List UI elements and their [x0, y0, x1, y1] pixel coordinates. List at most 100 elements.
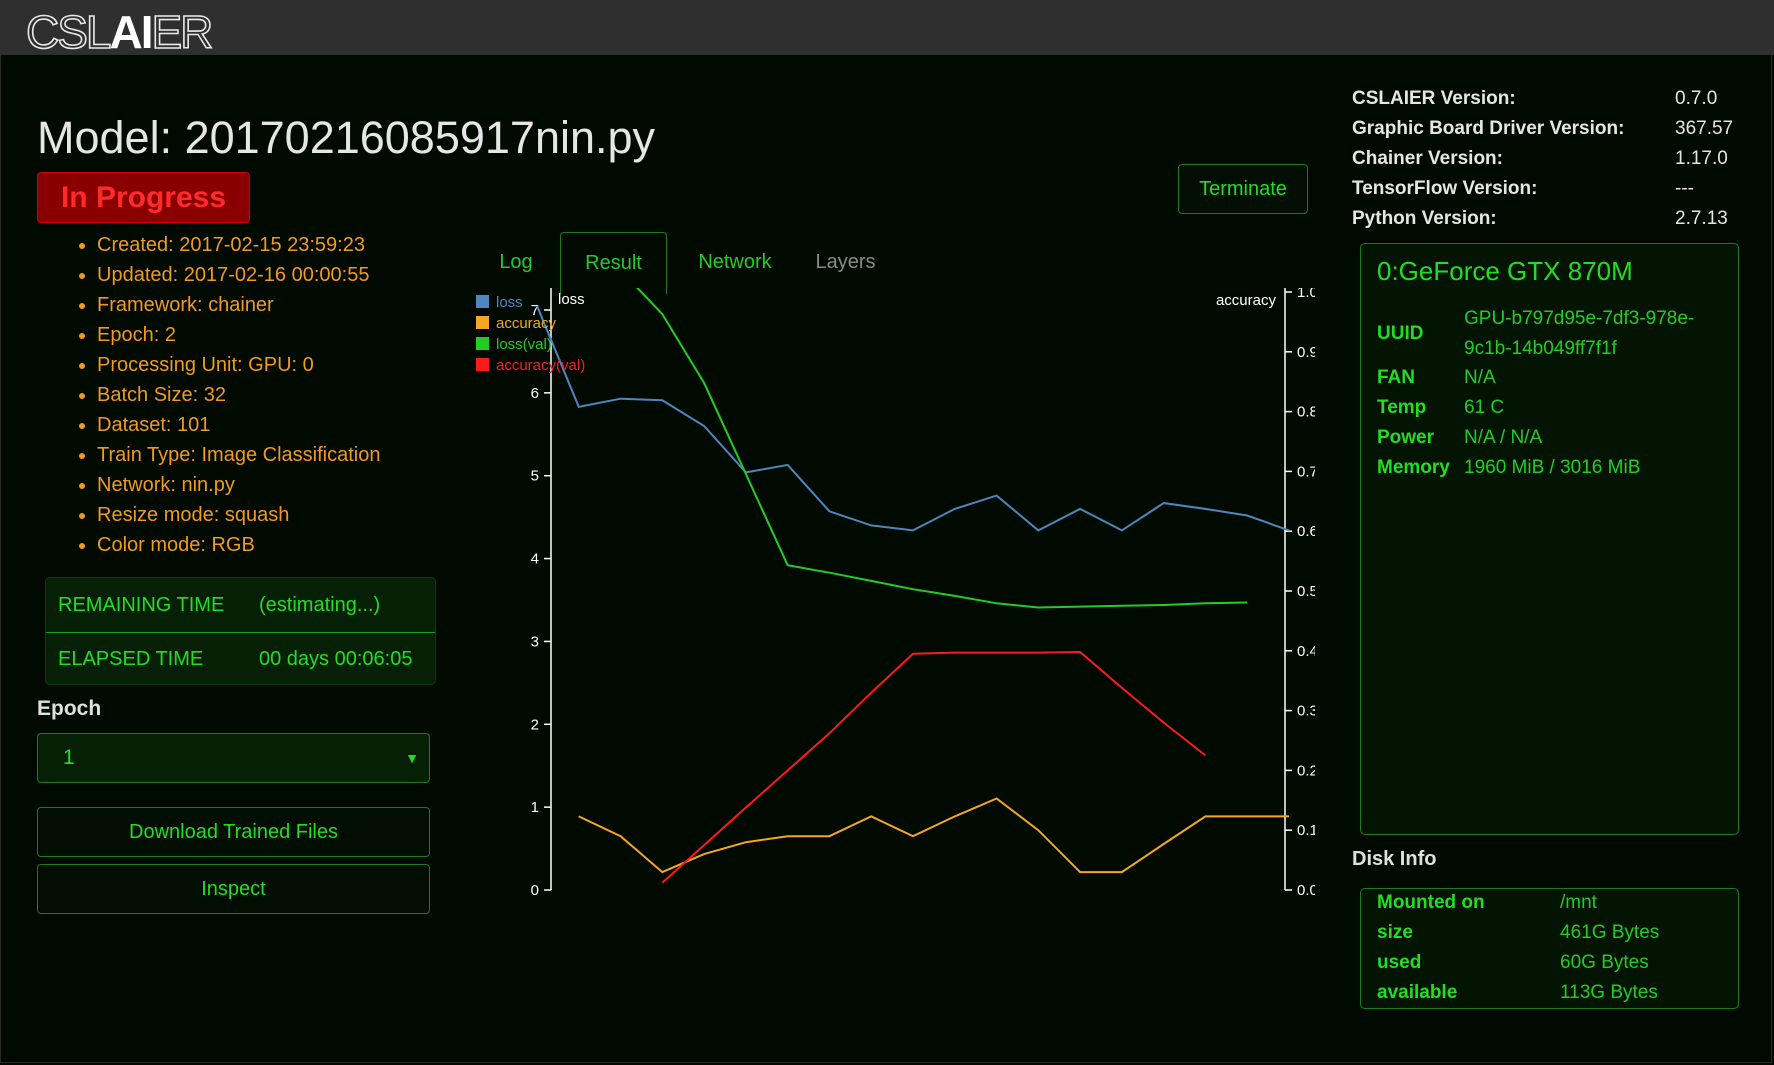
disk-value: 60G Bytes	[1560, 952, 1649, 973]
version-info: CSLAIER Version: 0.7.0 Graphic Board Dri…	[1352, 84, 1762, 234]
disk-value: /mnt	[1560, 892, 1597, 913]
disk-value: 461G Bytes	[1560, 922, 1660, 943]
legend-swatch	[476, 358, 489, 371]
info-batch-size: Batch Size: 32	[97, 380, 380, 410]
info-processing-unit: Processing Unit: GPU: 0	[97, 350, 380, 380]
disk-row: used 60G Bytes	[1377, 948, 1727, 978]
info-created: Created: 2017-02-15 23:59:23	[97, 230, 380, 260]
right-axis-tick-label: 0.9	[1297, 344, 1315, 361]
info-network: Network: nin.py	[97, 470, 380, 500]
legend-swatch	[476, 337, 489, 350]
left-axis-tick-label: 5	[531, 468, 539, 485]
logo-ai: AI	[109, 6, 153, 58]
right-axis-tick-label: 0.8	[1297, 404, 1315, 421]
version-key: Python Version:	[1352, 208, 1497, 229]
gpu-fan-label: FAN	[1377, 367, 1415, 388]
info-updated: Updated: 2017-02-16 00:00:55	[97, 260, 380, 290]
disk-key: Mounted on	[1377, 892, 1485, 913]
version-key: TensorFlow Version:	[1352, 178, 1538, 199]
gpu-memory-value: 1960 MiB / 3016 MiB	[1464, 457, 1641, 478]
right-axis-label: accuracy	[1216, 292, 1277, 309]
terminate-button[interactable]: Terminate	[1178, 164, 1308, 214]
model-info-list: Created: 2017-02-15 23:59:23 Updated: 20…	[70, 230, 380, 560]
elapsed-time-value: 00 days 00:06:05	[259, 648, 413, 670]
legend-label: accuracy(val)	[496, 357, 585, 374]
version-value: 0.7.0	[1675, 88, 1718, 109]
version-value: 367.57	[1675, 118, 1734, 139]
version-row: Python Version: 2.7.13	[1352, 204, 1762, 234]
version-row: TensorFlow Version: ---	[1352, 174, 1762, 204]
disk-info-title: Disk Info	[1352, 848, 1437, 870]
version-value: ---	[1675, 178, 1694, 199]
tab-network[interactable]: Network	[675, 232, 795, 294]
cslaier-logo[interactable]: CSLAIER	[25, 5, 215, 59]
info-epoch: Epoch: 2	[97, 320, 380, 350]
series-line-loss	[536, 305, 1290, 532]
info-dataset: Dataset: 101	[97, 410, 380, 440]
elapsed-time-row: ELAPSED TIME 00 days 00:06:05	[46, 632, 435, 686]
version-value: 1.17.0	[1675, 148, 1728, 169]
info-color-mode: Color mode: RGB	[97, 530, 380, 560]
series-line-accuracy-val-	[661, 650, 1207, 884]
logo-suffix: ER	[151, 5, 215, 59]
epoch-select-value: 1	[63, 746, 75, 769]
legend-label: loss(val)	[496, 336, 552, 353]
version-key: Graphic Board Driver Version:	[1352, 118, 1625, 139]
logo-prefix: CSL	[25, 5, 112, 59]
disk-row: Mounted on /mnt	[1377, 888, 1727, 918]
gpu-power-label: Power	[1377, 427, 1435, 448]
left-axis-tick-label: 0	[531, 882, 539, 899]
time-panel: REMAINING TIME (estimating...) ELAPSED T…	[45, 577, 436, 685]
remaining-time-value: (estimating...)	[259, 594, 381, 616]
remaining-time-row: REMAINING TIME (estimating...)	[46, 578, 435, 633]
version-key: Chainer Version:	[1352, 148, 1503, 169]
download-trained-files-button[interactable]: Download Trained Files	[37, 807, 430, 857]
right-axis-tick-label: 0.1	[1297, 822, 1315, 839]
epoch-select[interactable]: 1 ▼	[37, 733, 430, 783]
disk-key: available	[1377, 982, 1458, 1003]
tab-log[interactable]: Log	[470, 232, 562, 294]
tab-layers[interactable]: Layers	[795, 232, 896, 294]
training-result-chart: 01234567loss0.00.10.20.30.40.50.60.70.80…	[476, 288, 1315, 899]
disk-row: available 113G Bytes	[1377, 978, 1727, 1008]
top-bar: CSLAIER	[0, 0, 1774, 59]
disk-key: used	[1377, 952, 1422, 973]
elapsed-time-label: ELAPSED TIME	[58, 648, 204, 670]
gpu-temp-label: Temp	[1377, 397, 1427, 418]
right-axis-tick-label: 0.5	[1297, 583, 1315, 600]
chevron-down-icon: ▼	[405, 750, 419, 766]
page-title: Model: 20170216085917nin.py	[37, 112, 656, 163]
right-axis-tick-label: 0.3	[1297, 703, 1315, 720]
version-key: CSLAIER Version:	[1352, 88, 1516, 109]
gpu-temp-value: 61 C	[1464, 397, 1505, 418]
left-axis-tick-label: 3	[531, 633, 539, 650]
legend-swatch	[476, 316, 489, 329]
version-row: Graphic Board Driver Version: 367.57	[1352, 114, 1762, 144]
info-resize-mode: Resize mode: squash	[97, 500, 380, 530]
gpu-info-panel: 0:GeForce GTX 870M UUID GPU-b797d95e-7df…	[1360, 243, 1739, 835]
legend-label: loss	[496, 294, 523, 311]
info-framework: Framework: chainer	[97, 290, 380, 320]
series-line-loss-val-	[636, 288, 1248, 609]
left-axis-tick-label: 2	[531, 716, 539, 733]
disk-key: size	[1377, 922, 1413, 943]
version-row: Chainer Version: 1.17.0	[1352, 144, 1762, 174]
version-value: 2.7.13	[1675, 208, 1728, 229]
info-train-type: Train Type: Image Classification	[97, 440, 380, 470]
legend-swatch	[476, 295, 489, 308]
right-axis-tick-label: 0.4	[1297, 643, 1315, 660]
version-row: CSLAIER Version: 0.7.0	[1352, 84, 1762, 114]
disk-value: 113G Bytes	[1560, 982, 1658, 1003]
status-badge: In Progress	[37, 172, 250, 223]
right-axis-tick-label: 1.0	[1297, 288, 1315, 301]
inspect-button[interactable]: Inspect	[37, 864, 430, 914]
remaining-time-label: REMAINING TIME	[58, 594, 225, 616]
tab-result[interactable]: Result	[560, 232, 667, 294]
disk-info-panel: Mounted on /mnt size 461G Bytes used 60G…	[1360, 888, 1739, 1009]
right-axis-tick-label: 0.0	[1297, 882, 1315, 899]
left-axis-label: loss	[558, 291, 585, 308]
epoch-label: Epoch	[37, 697, 102, 720]
gpu-uuid-label: UUID	[1377, 323, 1424, 344]
disk-row: size 461G Bytes	[1377, 918, 1727, 948]
gpu-memory-label: Memory	[1377, 457, 1450, 478]
